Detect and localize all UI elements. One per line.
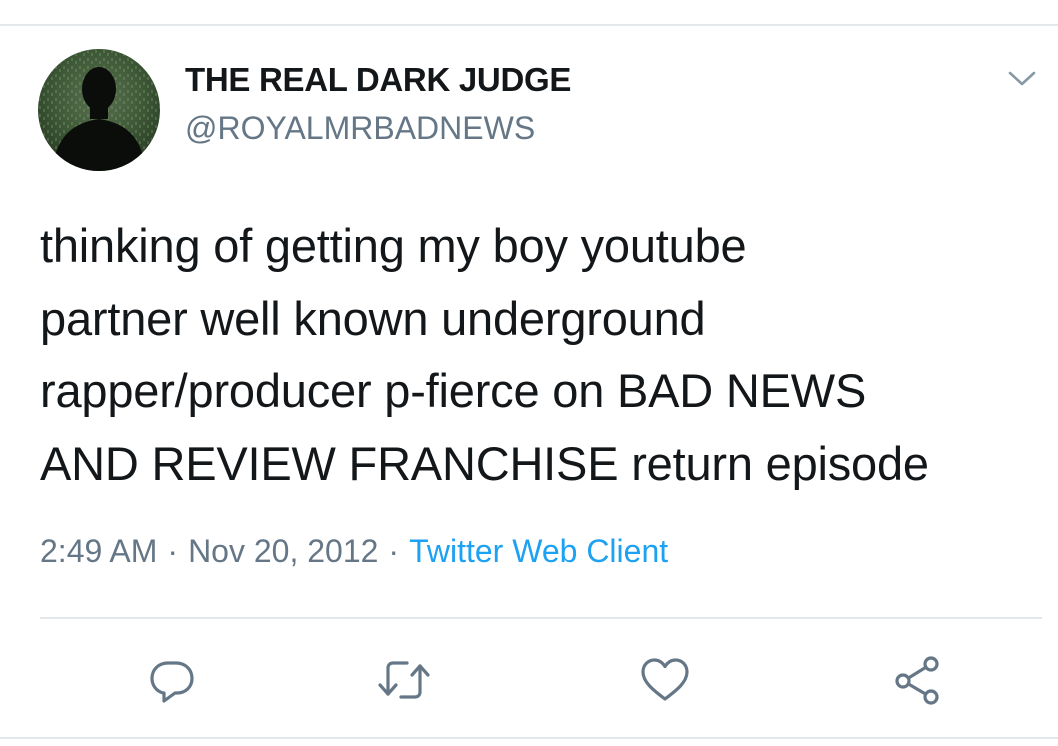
tweet-text-line: rapper/producer p-fierce on BAD NEWS [40,364,867,417]
avatar[interactable] [38,49,160,171]
meta-separator: · [388,533,400,569]
share-button[interactable] [886,650,946,710]
tweet-detail-view: THE REAL DARK JUDGE @ROYALMRBADNEWS thin… [0,0,1058,746]
bottom-divider [0,737,1058,739]
tweet-time[interactable]: 2:49 AM [40,533,157,569]
retweet-button[interactable] [374,650,434,710]
top-divider [0,24,1058,26]
user-handle[interactable]: @ROYALMRBADNEWS [185,110,535,147]
tweet-text-line: AND REVIEW FRANCHISE return episode [40,436,929,490]
share-icon [895,656,939,705]
reply-icon [150,661,194,703]
tweet-text-line: thinking of getting my boy youtube [40,219,747,272]
tweet-text: thinking of getting my boy youtube partn… [40,210,1050,500]
tweet-source-link[interactable]: Twitter Web Client [409,533,668,569]
previous-item-edge [0,0,1058,24]
action-bar [0,650,1058,710]
tweet-text-line: partner well known underground [40,291,706,345]
tweet-date[interactable]: Nov 20, 2012 [188,533,378,569]
avatar-silhouette [38,49,160,171]
chevron-down-icon[interactable] [1004,64,1040,92]
reply-button[interactable] [142,650,202,710]
retweet-icon [378,661,430,699]
like-button[interactable] [635,650,695,710]
heart-icon [641,658,689,701]
meta-separator: · [167,533,179,569]
display-name[interactable]: THE REAL DARK JUDGE [185,61,571,99]
tweet-meta: 2:49 AM · Nov 20, 2012 · Twitter Web Client [40,533,668,570]
action-divider [40,617,1042,619]
